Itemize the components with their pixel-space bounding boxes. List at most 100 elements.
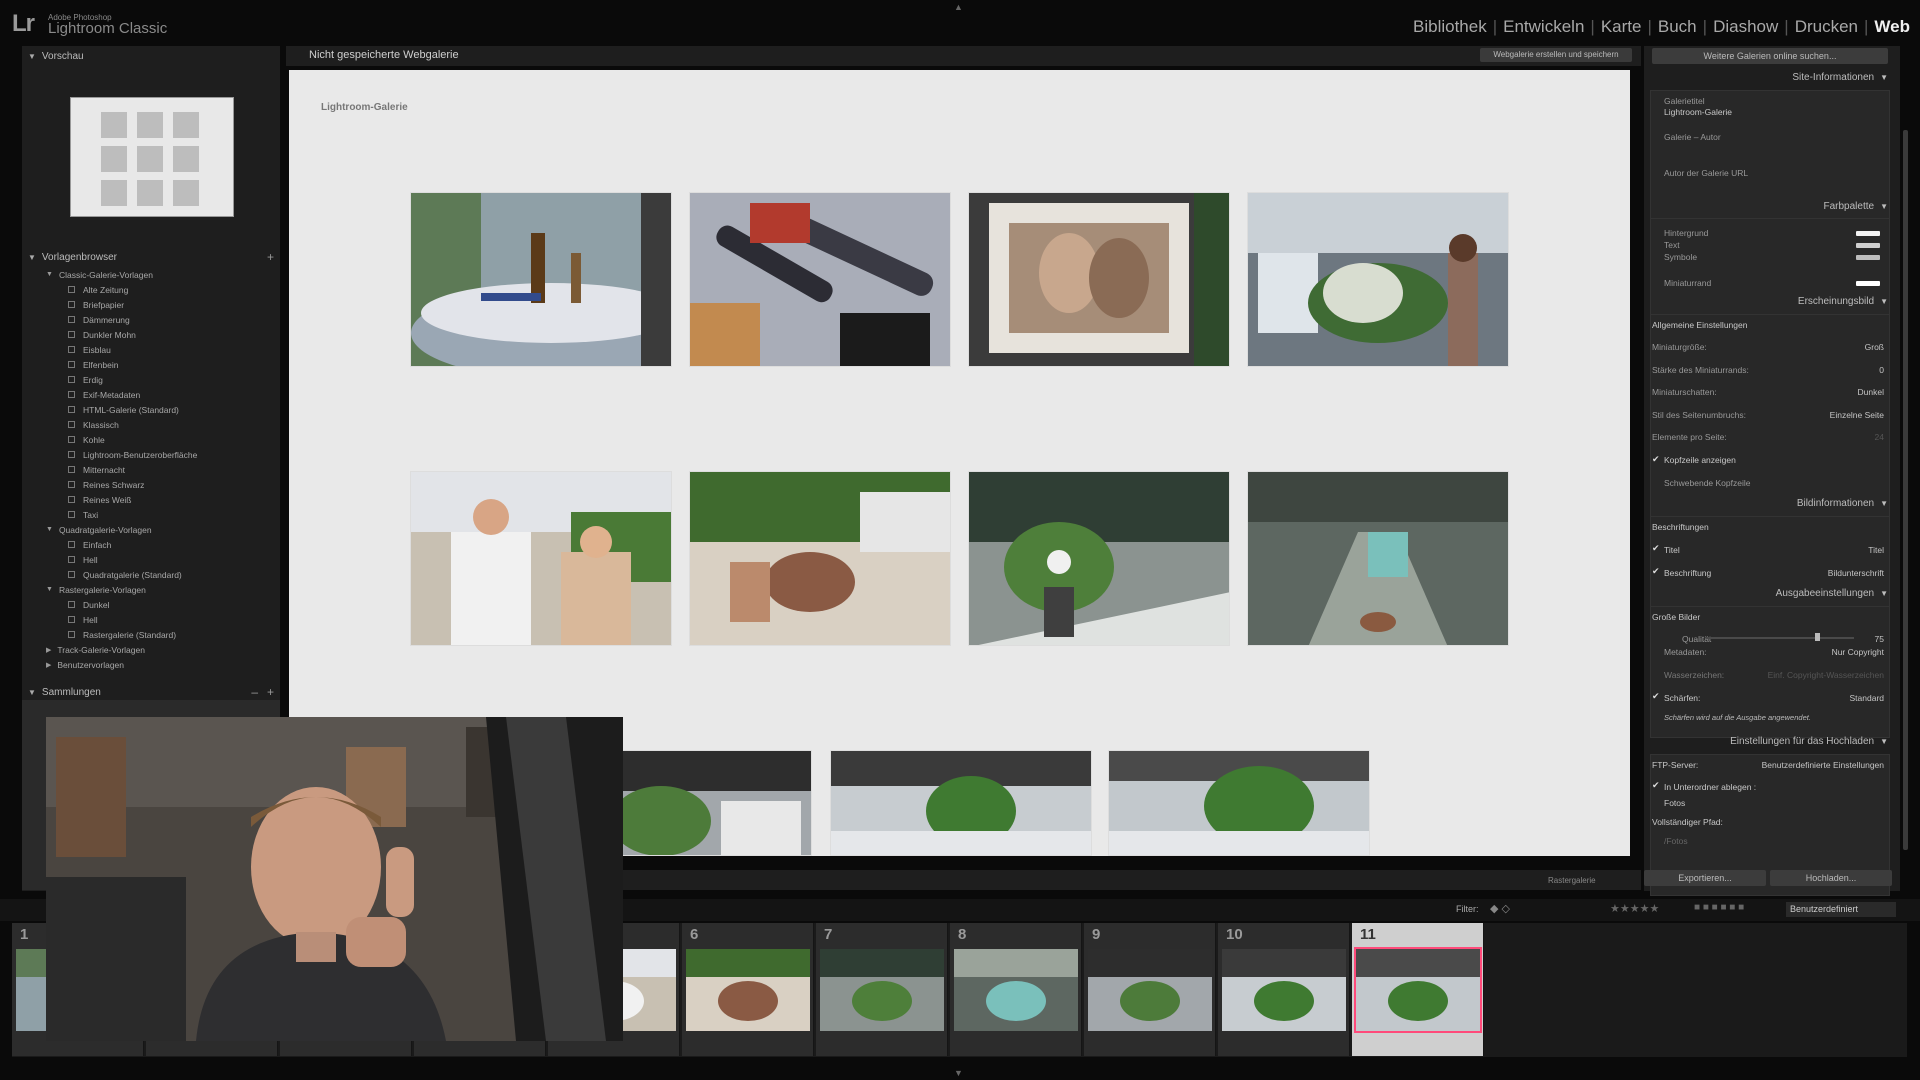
filmstrip-thumbnail[interactable]: [1222, 949, 1346, 1031]
create-gallery-button[interactable]: Webgalerie erstellen und speichern: [1480, 48, 1632, 62]
template-item[interactable]: Quadratgalerie (Standard): [22, 567, 280, 582]
appearance-header[interactable]: Erscheinungsbild ▼: [1798, 296, 1888, 307]
gallery-thumbnail[interactable]: [600, 750, 812, 856]
color-swatch[interactable]: [1856, 255, 1880, 260]
filmstrip-thumbnail[interactable]: [820, 949, 944, 1031]
quality-slider-track[interactable]: [1706, 637, 1854, 639]
template-item[interactable]: Erdig: [22, 372, 280, 387]
quality-slider-thumb[interactable]: [1815, 633, 1820, 641]
template-item[interactable]: Exif-Metadaten: [22, 387, 280, 402]
add-template-icon[interactable]: +: [267, 250, 274, 264]
gallery-thumbnail[interactable]: [410, 471, 672, 646]
template-item[interactable]: Dämmerung: [22, 312, 280, 327]
template-item[interactable]: Hell: [22, 612, 280, 627]
template-item[interactable]: Eisblau: [22, 342, 280, 357]
filmstrip-cell[interactable]: 11: [1352, 923, 1484, 1056]
template-folder[interactable]: ▼ Quadratgalerie-Vorlagen: [22, 522, 280, 537]
template-folder[interactable]: ▶ Benutzervorlagen: [22, 657, 280, 672]
color-swatch[interactable]: [1856, 243, 1880, 248]
template-folder[interactable]: ▼ Rastergalerie-Vorlagen: [22, 582, 280, 597]
gallery-thumbnail[interactable]: [689, 192, 951, 367]
color-swatch[interactable]: [1856, 231, 1880, 236]
right-panel-scrollbar[interactable]: [1903, 130, 1908, 850]
gallery-author-field[interactable]: Galerie – Autor: [1664, 132, 1721, 142]
collapse-top-arrow-icon[interactable]: ▲: [954, 2, 963, 12]
filter-preset-dropdown[interactable]: Benutzerdefiniert: [1786, 902, 1896, 917]
template-item[interactable]: Alte Zeitung: [22, 282, 280, 297]
appearance-setting-value[interactable]: Dunkel: [1858, 387, 1884, 397]
upload-button[interactable]: Hochladen...: [1770, 870, 1892, 886]
gallery-thumbnail[interactable]: [968, 471, 1230, 646]
template-item[interactable]: Mitternacht: [22, 462, 280, 477]
module-buch[interactable]: Buch: [1652, 17, 1703, 37]
site-info-header[interactable]: Site-Informationen ▼: [1792, 72, 1888, 83]
template-folder[interactable]: ▼ Classic-Galerie-Vorlagen: [22, 267, 280, 282]
export-button[interactable]: Exportieren...: [1644, 870, 1766, 886]
ftp-server-dropdown[interactable]: Benutzerdefinierte Einstellungen: [1762, 760, 1884, 770]
caption-dropdown[interactable]: Bildunterschrift: [1828, 568, 1884, 578]
module-drucken[interactable]: Drucken: [1789, 17, 1864, 37]
add-collection-icon[interactable]: +: [267, 685, 274, 699]
author-url-field[interactable]: Autor der Galerie URL: [1664, 168, 1748, 178]
appearance-setting-value[interactable]: 24: [1875, 432, 1884, 442]
collapse-bottom-arrow-icon[interactable]: ▼: [954, 1068, 963, 1078]
module-bibliothek[interactable]: Bibliothek: [1407, 17, 1493, 37]
upload-settings-header[interactable]: Einstellungen für das Hochladen ▼: [1730, 736, 1888, 747]
sharpen-checkbox[interactable]: ✔: [1652, 691, 1660, 702]
filmstrip-cell[interactable]: 10: [1218, 923, 1350, 1056]
gallery-thumbnail[interactable]: [1247, 192, 1509, 367]
filmstrip-thumbnail[interactable]: [1088, 949, 1212, 1031]
caption-checkbox[interactable]: ✔: [1652, 566, 1660, 577]
template-browser-header[interactable]: ▼ Vorlagenbrowser +: [22, 247, 280, 267]
template-item[interactable]: Klassisch: [22, 417, 280, 432]
metadata-dropdown[interactable]: Nur Copyright: [1832, 647, 1884, 657]
filmstrip-thumbnail[interactable]: [686, 949, 810, 1031]
preview-panel-header[interactable]: ▼ Vorschau: [22, 46, 280, 66]
show-header-checkbox[interactable]: ✔: [1652, 454, 1660, 465]
collections-header[interactable]: ▼ Sammlungen – +: [22, 682, 280, 702]
gallery-thumbnail[interactable]: [689, 471, 951, 646]
template-item[interactable]: Briefpapier: [22, 297, 280, 312]
template-item[interactable]: Dunkel: [22, 597, 280, 612]
image-info-header[interactable]: Bildinformationen ▼: [1797, 498, 1888, 509]
template-item[interactable]: HTML-Galerie (Standard): [22, 402, 280, 417]
template-item[interactable]: Kohle: [22, 432, 280, 447]
subfolder-checkbox[interactable]: ✔: [1652, 780, 1660, 791]
module-diashow[interactable]: Diashow: [1707, 17, 1784, 37]
template-item[interactable]: Dunkler Mohn: [22, 327, 280, 342]
filmstrip-thumbnail[interactable]: [1354, 947, 1482, 1033]
template-item[interactable]: Reines Schwarz: [22, 477, 280, 492]
title-dropdown[interactable]: Titel: [1868, 545, 1884, 555]
module-entwickeln[interactable]: Entwickeln: [1497, 17, 1590, 37]
output-settings-header[interactable]: Ausgabeeinstellungen ▼: [1776, 588, 1888, 599]
appearance-setting-value[interactable]: 0: [1879, 365, 1884, 375]
watermark-label[interactable]: Wasserzeichen:: [1664, 670, 1724, 680]
template-item[interactable]: Einfach: [22, 537, 280, 552]
gallery-title-field[interactable]: Lightroom-Galerie: [1664, 107, 1732, 117]
template-item[interactable]: Elfenbein: [22, 357, 280, 372]
subfolder-field[interactable]: Fotos: [1664, 798, 1685, 808]
find-more-galleries-button[interactable]: Weitere Galerien online suchen...: [1652, 48, 1888, 64]
appearance-setting-value[interactable]: Einzelne Seite: [1830, 410, 1884, 420]
module-karte[interactable]: Karte: [1595, 17, 1648, 37]
filmstrip-cell[interactable]: 6: [682, 923, 814, 1056]
gallery-thumbnail[interactable]: [1108, 750, 1370, 856]
filmstrip-thumbnail[interactable]: [954, 949, 1078, 1031]
gallery-thumbnail[interactable]: [410, 192, 672, 367]
gallery-thumbnail[interactable]: [968, 192, 1230, 367]
gallery-thumbnail[interactable]: [830, 750, 1092, 856]
template-item[interactable]: Hell: [22, 552, 280, 567]
color-palette-header[interactable]: Farbpalette ▼: [1823, 201, 1888, 212]
filmstrip-cell[interactable]: 8: [950, 923, 1082, 1056]
flag-filter-icon[interactable]: ◆ ◇: [1490, 902, 1510, 915]
gallery-thumbnail[interactable]: [1247, 471, 1509, 646]
appearance-setting-value[interactable]: Groß: [1865, 342, 1884, 352]
remove-collection-icon[interactable]: –: [251, 685, 258, 699]
color-filter-icon[interactable]: ■ ■ ■ ■ ■ ■: [1694, 902, 1744, 913]
filmstrip-cell[interactable]: 9: [1084, 923, 1216, 1056]
color-swatch[interactable]: [1856, 281, 1880, 286]
filmstrip-cell[interactable]: 7: [816, 923, 948, 1056]
sharpen-dropdown[interactable]: Standard: [1850, 693, 1885, 703]
template-item[interactable]: Rastergalerie (Standard): [22, 627, 280, 642]
template-item[interactable]: Reines Weiß: [22, 492, 280, 507]
